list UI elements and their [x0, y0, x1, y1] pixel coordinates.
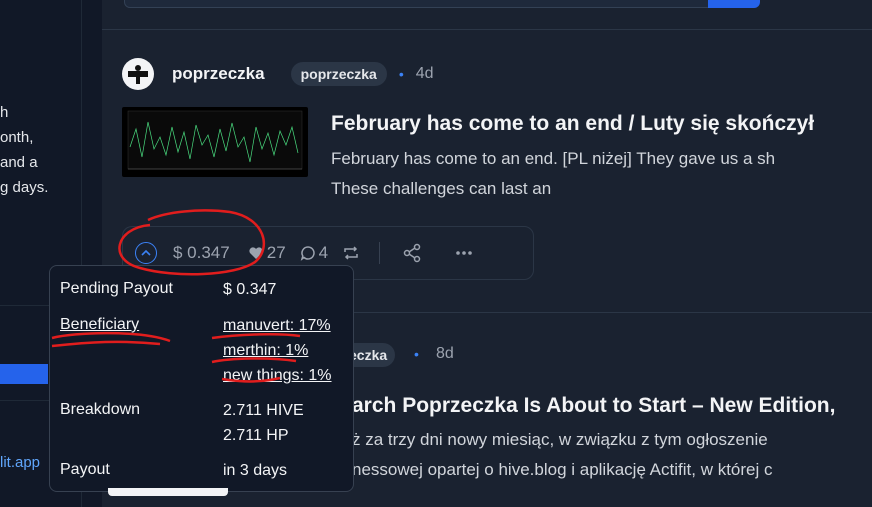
post-excerpt[interactable]: ż za trzy dni nowy miesiąc, w związku z …	[352, 425, 772, 485]
likes-count: 27	[266, 243, 286, 262]
excerpt-line: February has come to an end. [PL niżej] …	[331, 149, 776, 168]
excerpt-line: ż za trzy dni nowy miesiąc, w związku z …	[352, 430, 768, 449]
post-title[interactable]: arch Poprzeczka Is About to Start – New …	[352, 394, 835, 418]
post-age: 4d	[415, 65, 434, 82]
reblog-icon	[344, 246, 358, 260]
share-button[interactable]	[402, 243, 425, 263]
beneficiary-value: merthin: 1%	[223, 342, 309, 359]
tooltip-label-pending-payout: Pending Payout	[60, 280, 173, 297]
left-text-line: h	[0, 104, 9, 121]
top-input[interactable]	[124, 0, 744, 8]
beneficiary-value: new things: 1%	[223, 367, 332, 384]
chevron-up-icon	[141, 249, 151, 256]
reblog-button[interactable]	[342, 245, 363, 261]
upvote-button[interactable]	[135, 242, 157, 264]
tooltip-label-breakdown: Breakdown	[60, 401, 141, 418]
tooltip-value: $ 0.347	[223, 281, 277, 298]
sidebar-active-item[interactable]	[0, 364, 48, 384]
separator-dot: •	[414, 346, 419, 362]
post-header: poprzeczka poprzeczka • 4d	[122, 58, 434, 90]
payout-amount[interactable]: $ 0.347	[173, 243, 230, 263]
author-name[interactable]: poprzeczka	[172, 64, 265, 84]
left-link[interactable]: lit.app	[0, 454, 40, 471]
post-age: 8d	[436, 345, 454, 362]
heart-icon	[249, 247, 263, 259]
breakdown-value: 2.711 HIVE	[223, 402, 304, 419]
community-tag[interactable]: poprzeczka	[290, 62, 387, 86]
divider	[102, 29, 872, 30]
divider	[379, 242, 381, 264]
tooltip-value: in 3 days	[223, 462, 288, 479]
left-text-line: onth,	[0, 129, 34, 146]
left-text-line: g days.	[0, 179, 49, 196]
tooltip-label-beneficiary: Beneficiary	[60, 316, 140, 333]
ellipsis-icon	[456, 251, 472, 255]
excerpt-line: nessowej opartej o hive.blog i aplikację…	[352, 460, 773, 479]
top-submit-button[interactable]	[708, 0, 760, 8]
author-logo-icon	[128, 65, 148, 84]
left-text-line: and a	[0, 154, 38, 171]
payout-tooltip: Pending Payout $ 0.347 Beneficiary manuv…	[49, 265, 354, 492]
tooltip-label-payout: Payout	[60, 461, 110, 478]
post-title[interactable]: February has come to an end / Luty się s…	[331, 112, 814, 136]
left-sidebar-text: h onth, and a g days.	[0, 100, 48, 200]
share-icon	[403, 243, 421, 263]
separator-dot: •	[398, 66, 404, 82]
beneficiary-value: manuvert: 17%	[223, 317, 331, 334]
avatar[interactable]	[122, 58, 154, 90]
likes-button[interactable]: 27	[248, 243, 286, 263]
comments-button[interactable]: 4	[300, 243, 328, 263]
comments-count: 4	[318, 243, 329, 262]
excerpt-line: These challenges can last an	[331, 179, 552, 198]
breakdown-value: 2.711 HP	[223, 427, 289, 444]
tooltip-tail	[108, 488, 228, 496]
chart-thumbnail-icon	[127, 110, 303, 170]
post-thumbnail[interactable]	[122, 107, 308, 177]
post-excerpt[interactable]: February has come to an end. [PL niżej] …	[331, 144, 872, 204]
more-options-button[interactable]	[455, 250, 476, 256]
comment-icon	[300, 246, 315, 261]
